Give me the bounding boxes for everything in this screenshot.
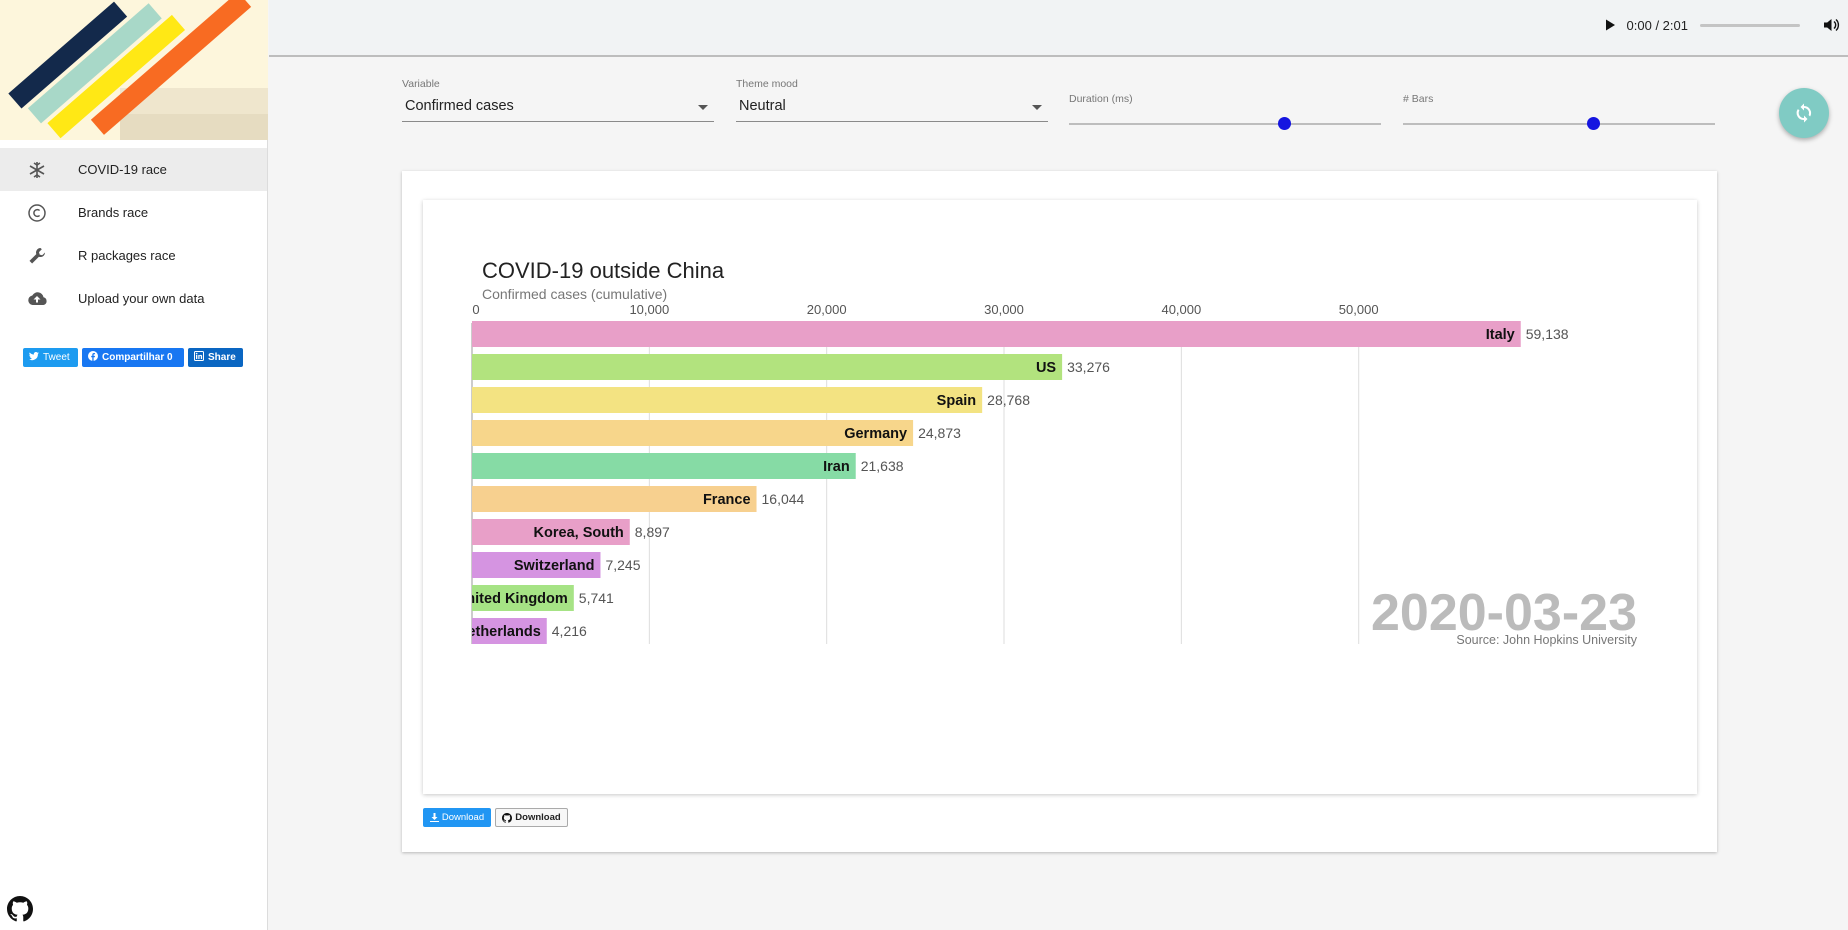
chevron-down-icon — [698, 105, 708, 110]
download-icon — [429, 813, 439, 822]
x-tick-label: 0 — [472, 302, 479, 317]
refresh-button[interactable] — [1779, 88, 1829, 138]
bar-value-label: 59,138 — [1526, 326, 1569, 342]
bar-value-label: 28,768 — [987, 392, 1030, 408]
sidebar-item-upload-data[interactable]: Upload your own data — [0, 277, 267, 320]
sidebar-item-label: R packages race — [78, 248, 176, 263]
bar-category-label: US — [1036, 360, 1056, 376]
bar-category-label: Germany — [844, 426, 907, 442]
variable-select[interactable]: Confirmed cases — [402, 95, 714, 122]
copyright-icon — [26, 202, 48, 224]
bar — [472, 453, 856, 479]
twitter-icon — [29, 351, 39, 364]
audio-progress-bar[interactable] — [1700, 23, 1800, 27]
duration-field: Duration (ms) — [1069, 93, 1133, 105]
github-icon — [502, 812, 513, 823]
theme-select[interactable]: Neutral — [736, 95, 1048, 122]
sidebar-item-covid19-race[interactable]: COVID-19 race — [0, 148, 267, 191]
sidebar-item-label: Brands race — [78, 205, 149, 220]
facebook-icon — [88, 351, 98, 364]
bar-category-label: Korea, South — [534, 525, 624, 541]
facebook-share-button[interactable]: Compartilhar 0 — [82, 348, 184, 367]
bar-value-label: 16,044 — [762, 491, 805, 507]
x-tick-label: 50,000 — [1339, 302, 1379, 317]
app-logo[interactable] — [0, 0, 268, 140]
github-icon[interactable] — [7, 896, 33, 922]
volume-icon[interactable] — [1822, 16, 1840, 34]
bar-value-label: 7,245 — [605, 557, 640, 573]
bar-value-label: 33,276 — [1067, 359, 1110, 375]
sidebar-item-brands-race[interactable]: Brands race — [0, 191, 267, 234]
bar-chart-race: COVID-19 outside China Confirmed cases (… — [456, 258, 1638, 647]
tweet-button[interactable]: Tweet — [23, 348, 78, 367]
bar-category-label: Iran — [823, 459, 850, 475]
bar — [472, 387, 983, 413]
download-button[interactable]: Download — [423, 808, 491, 827]
duration-label: Duration (ms) — [1069, 93, 1133, 105]
duration-slider[interactable] — [1069, 117, 1381, 130]
bars-slider-handle[interactable] — [1586, 117, 1600, 130]
linkedin-icon — [194, 351, 204, 364]
chart-subtitle: Confirmed cases (cumulative) — [482, 286, 667, 302]
theme-field: Theme mood — [736, 78, 798, 90]
variable-label: Variable — [402, 78, 440, 90]
audio-time: 0:00 / 2:01 — [1626, 17, 1688, 33]
sidebar-item-label: Upload your own data — [78, 291, 205, 306]
social-share-buttons: Tweet Compartilhar 0 Share — [23, 348, 243, 367]
bar — [472, 354, 1063, 380]
variable-field: Variable — [402, 78, 440, 90]
bar-category-label: France — [703, 492, 751, 508]
bar-value-label: 4,216 — [552, 623, 587, 639]
x-tick-label: 10,000 — [629, 302, 669, 317]
bars-field: # Bars — [1403, 93, 1433, 105]
sidebar: COVID-19 race Brands race R packages rac… — [0, 0, 268, 930]
chart-card: COVID-19 outside China Confirmed cases (… — [402, 171, 1717, 852]
bar-value-label: 5,741 — [579, 590, 614, 606]
snowflake-icon — [26, 159, 48, 181]
theme-select-value: Neutral — [739, 98, 786, 114]
x-tick-label: 20,000 — [807, 302, 847, 317]
bar-category-label: United Kingdom — [456, 591, 568, 607]
sidebar-item-r-packages-race[interactable]: R packages race — [0, 234, 267, 277]
wrench-icon — [26, 245, 48, 267]
theme-label: Theme mood — [736, 78, 798, 90]
chart-x-axis: 0 10,000 20,000 30,000 40,000 50,000 — [472, 302, 1378, 317]
sidebar-item-label: COVID-19 race — [78, 162, 167, 177]
chart-source-note: Source: John Hopkins University — [1456, 633, 1637, 647]
variable-select-value: Confirmed cases — [405, 98, 514, 114]
bar-value-label: 21,638 — [861, 458, 904, 474]
bar-value-label: 8,897 — [635, 524, 670, 540]
bar-category-label: Italy — [1486, 327, 1515, 343]
chart-title: COVID-19 outside China — [482, 258, 725, 283]
audio-player: 0:00 / 2:01 — [1603, 14, 1848, 36]
bar — [472, 321, 1521, 347]
linkedin-share-button[interactable]: Share — [188, 348, 243, 367]
x-tick-label: 30,000 — [984, 302, 1024, 317]
bar-category-label: Spain — [937, 393, 976, 409]
cloud-upload-icon — [26, 288, 48, 310]
bar-category-label: Netherlands — [457, 624, 541, 640]
refresh-icon — [1796, 103, 1812, 123]
bar-value-label: 24,873 — [918, 425, 961, 441]
top-bar: 0:00 / 2:01 — [269, 0, 1848, 57]
github-download-button[interactable]: Download — [495, 808, 568, 827]
bars-slider[interactable] — [1403, 117, 1715, 130]
duration-slider-handle[interactable] — [1277, 117, 1291, 130]
download-buttons: Download Download — [423, 808, 568, 827]
chevron-down-icon — [1032, 105, 1042, 110]
chart-container: COVID-19 outside China Confirmed cases (… — [423, 200, 1697, 794]
x-tick-label: 40,000 — [1161, 302, 1201, 317]
bars-label: # Bars — [1403, 93, 1434, 105]
bar-category-label: Switzerland — [514, 558, 595, 574]
play-icon[interactable] — [1603, 18, 1617, 32]
